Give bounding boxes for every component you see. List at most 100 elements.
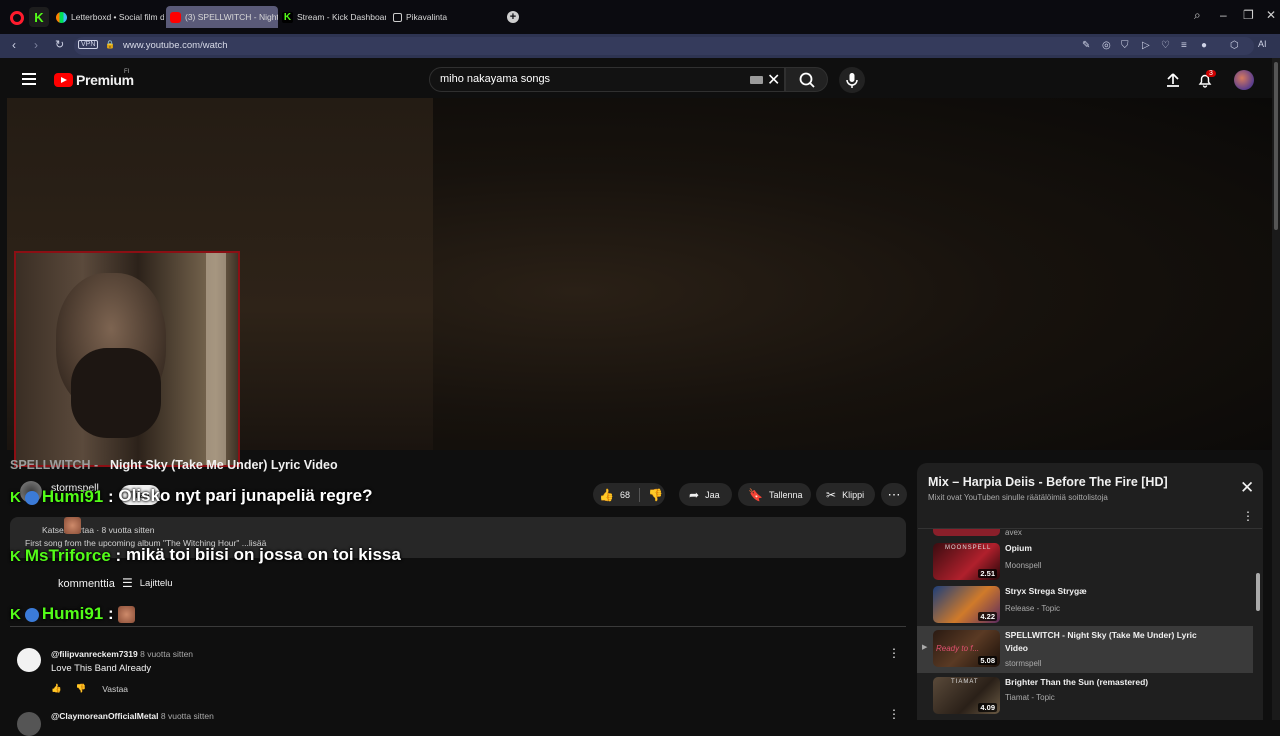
search-input-value[interactable]: miho nakayama songs bbox=[440, 73, 550, 85]
tab-spellwitch[interactable]: (3) SPELLWITCH - Night Sk bbox=[166, 6, 278, 28]
thumbnail-text: TIAMAT bbox=[951, 679, 979, 685]
comment-avatar[interactable] bbox=[17, 648, 41, 672]
voice-search-button[interactable] bbox=[839, 67, 865, 93]
page-scrollbar-thumb[interactable] bbox=[1274, 62, 1278, 230]
ai-button[interactable]: AI bbox=[1258, 39, 1267, 49]
tab-label: Letterboxd • Social film di bbox=[71, 12, 164, 22]
playlist-item[interactable]: 4.22 Stryx Strega Strygæ Release - Topic bbox=[917, 582, 1253, 628]
shield-icon[interactable]: ⛉ bbox=[1121, 40, 1129, 51]
tab-label: (3) SPELLWITCH - Night Sk bbox=[185, 12, 278, 22]
video-channel: stormspell bbox=[1005, 659, 1042, 668]
reply-button[interactable]: Vastaa bbox=[102, 684, 128, 694]
heart-icon[interactable]: ♡ bbox=[1161, 40, 1170, 51]
comment-author[interactable]: @filipvanreckem7319 8 vuotta sitten bbox=[51, 649, 193, 659]
like-count: 68 bbox=[619, 489, 630, 500]
chat-username: MsTriforce bbox=[24, 546, 111, 565]
notification-count-badge: 3 bbox=[1206, 70, 1216, 77]
video-thumbnail[interactable]: TIAMAT 4.09 bbox=[933, 677, 1000, 714]
youtube-premium-logo[interactable]: Premium bbox=[54, 72, 134, 88]
video-title[interactable]: Stryx Strega Strygæ bbox=[1005, 585, 1220, 598]
search-button[interactable] bbox=[785, 67, 828, 92]
playlist-item-current[interactable]: ▶ Ready to f... 5.08 SPELLWITCH - Night … bbox=[917, 626, 1253, 673]
lock-icon[interactable]: 🔒 bbox=[105, 40, 115, 49]
kick-icon: K bbox=[10, 548, 21, 565]
playlist-more-icon[interactable]: ⋮ bbox=[1242, 509, 1254, 523]
comment-time[interactable]: 8 vuotta sitten bbox=[140, 649, 193, 659]
opera-logo-icon[interactable] bbox=[10, 11, 24, 25]
close-window-button[interactable]: ✕ bbox=[1266, 8, 1276, 22]
comment-author-name[interactable]: @filipvanreckem7319 bbox=[51, 649, 138, 659]
sort-label: Lajittelu bbox=[139, 577, 173, 589]
video-thumbnail[interactable]: 4.22 bbox=[933, 586, 1000, 623]
save-button[interactable]: 🔖 Tallenna bbox=[738, 483, 811, 506]
like-dislike-group: 👍 68 👎 bbox=[593, 483, 665, 506]
video-title[interactable]: Brighter Than the Sun (remastered) bbox=[1005, 676, 1220, 689]
partial-thumbnail[interactable] bbox=[933, 529, 1000, 536]
sort-button[interactable]: ☰ Lajittelu bbox=[122, 576, 173, 590]
vpn-badge[interactable]: VPN bbox=[78, 40, 99, 49]
video-thumbnail[interactable]: MOONSPELL 2.51 bbox=[933, 543, 1000, 580]
description-meta: Katselukertaa · 8 vuotta sitten bbox=[42, 525, 155, 535]
video-thumbnail[interactable]: Ready to f... 5.08 bbox=[933, 630, 1000, 667]
restore-button[interactable]: ❐ bbox=[1243, 8, 1254, 22]
clear-search-icon[interactable]: ✕ bbox=[767, 70, 780, 90]
share-icon: ➦ bbox=[689, 487, 700, 502]
webcam-background-door bbox=[206, 253, 226, 465]
comment-avatar[interactable] bbox=[17, 712, 41, 736]
video-title[interactable]: Opium bbox=[1005, 542, 1220, 555]
comment-actions: 👍 👎 Vastaa bbox=[51, 683, 128, 694]
kick-favicon-icon: K bbox=[282, 11, 293, 23]
keyboard-icon[interactable] bbox=[750, 76, 763, 84]
grid-icon bbox=[393, 12, 402, 22]
tab-kick-dashboard[interactable]: K Stream - Kick Dashboard bbox=[282, 6, 386, 28]
kick-icon: K bbox=[10, 606, 21, 623]
share-button[interactable]: ➦ Jaa bbox=[679, 483, 732, 506]
comment-text: Love This Band Already bbox=[51, 663, 152, 674]
url-text[interactable]: www.youtube.com/watch bbox=[123, 40, 228, 51]
comments-divider bbox=[10, 626, 906, 627]
playlist-item[interactable]: TIAMAT 4.09 Brighter Than the Sun (remas… bbox=[917, 673, 1253, 719]
forward-icon[interactable]: › bbox=[34, 38, 38, 52]
youtube-play-icon bbox=[54, 73, 73, 87]
thumbnail-text: Ready to f... bbox=[936, 644, 980, 653]
back-icon[interactable]: ‹ bbox=[12, 38, 16, 52]
kick-sidebar-icon[interactable]: K bbox=[29, 7, 49, 27]
tab-speed-dial[interactable]: Pikavalinta bbox=[393, 6, 453, 28]
like-button[interactable]: 👍 68 bbox=[593, 488, 639, 502]
chat-message: K Humi91 : Olisko nyt pari junapeliä regr… bbox=[10, 486, 408, 534]
url-field[interactable] bbox=[74, 37, 1254, 55]
edit-icon[interactable]: ✎ bbox=[1082, 40, 1090, 51]
search-icon bbox=[799, 72, 815, 88]
reload-icon[interactable]: ↻ bbox=[55, 38, 64, 51]
dislike-button[interactable]: 👎 bbox=[640, 488, 663, 502]
comment-menu-icon[interactable]: ⋮ bbox=[888, 646, 900, 660]
comment-dislike-icon[interactable]: 👎 bbox=[76, 683, 87, 694]
profile-icon[interactable]: ● bbox=[1201, 40, 1207, 51]
thumbnail-text: MOONSPELL bbox=[945, 545, 992, 551]
playlist-item[interactable]: MOONSPELL 2.51 Opium Moonspell bbox=[917, 539, 1253, 585]
thumb-up-icon: 👍 bbox=[599, 487, 614, 502]
upload-icon[interactable] bbox=[1165, 72, 1181, 88]
hamburger-menu-icon[interactable] bbox=[22, 73, 36, 88]
account-avatar[interactable] bbox=[1234, 70, 1254, 90]
comment-menu-icon[interactable]: ⋮ bbox=[888, 707, 900, 721]
microphone-icon bbox=[846, 73, 858, 88]
send-icon[interactable]: ▷ bbox=[1142, 40, 1150, 51]
menu-list-icon[interactable]: ≡ bbox=[1181, 40, 1187, 51]
chat-text: mikä toi biisi on jossa on toi kissa bbox=[125, 545, 401, 564]
tab-letterboxd[interactable]: Letterboxd • Social film di bbox=[56, 6, 164, 28]
new-tab-button[interactable]: + bbox=[507, 11, 519, 23]
playlist-scrollbar[interactable] bbox=[1256, 573, 1260, 611]
playlist-title[interactable]: Mix – Harpia Deiis - Before The Fire [HD… bbox=[928, 475, 1168, 489]
extension-icon[interactable]: ⬡ bbox=[1230, 40, 1239, 51]
clip-button[interactable]: ✂ Klippi bbox=[816, 483, 875, 506]
close-playlist-icon[interactable]: ✕ bbox=[1240, 478, 1254, 498]
minimize-button[interactable]: – bbox=[1220, 8, 1227, 22]
tab-search-icon[interactable]: ⌕ bbox=[1194, 8, 1201, 23]
video-title[interactable]: SPELLWITCH - Night Sky (Take Me Under) L… bbox=[1005, 629, 1220, 655]
more-actions-button[interactable]: ⋯ bbox=[881, 483, 907, 506]
comment-like-icon[interactable]: 👍 bbox=[51, 683, 62, 694]
streamer-webcam-overlay bbox=[14, 251, 240, 467]
camera-icon[interactable]: ◎ bbox=[1102, 40, 1111, 51]
video-duration: 2.51 bbox=[978, 569, 997, 578]
